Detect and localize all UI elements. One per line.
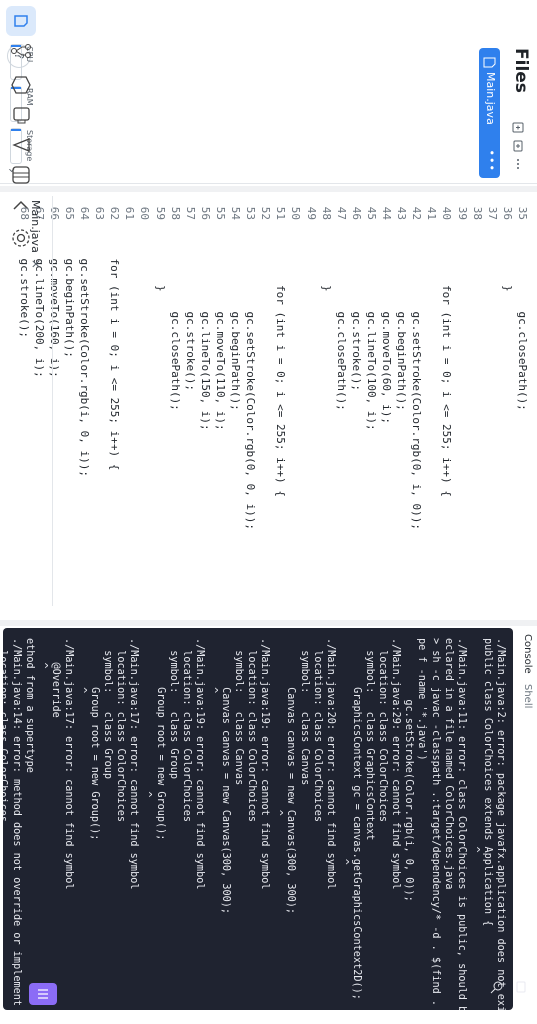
tab-console[interactable]: Console: [522, 634, 533, 674]
code-line: gc.lineTo(150, i);: [198, 232, 212, 431]
line-number: 50: [289, 206, 303, 220]
line-number: 35: [516, 206, 529, 220]
line-number: 49: [304, 206, 318, 220]
git-button[interactable]: [4, 42, 34, 60]
terminal-icon: [38, 989, 48, 999]
line-number: 65: [63, 206, 76, 220]
line-number: 47: [334, 206, 348, 220]
file-item-more-button[interactable]: •••: [485, 150, 498, 172]
split-view-button[interactable]: [4, 164, 34, 186]
database-icon: [13, 107, 30, 124]
line-number: 45: [365, 206, 378, 220]
line-number: 56: [198, 206, 212, 220]
files-toggle-button[interactable]: [6, 6, 36, 36]
code-line: gc.setStroke(Color.rgb(0, i, 0));: [410, 232, 424, 531]
line-number: 36: [500, 206, 514, 220]
line-number: 40: [440, 206, 454, 220]
clear-console-button[interactable]: [510, 980, 529, 994]
sidebar-splitter[interactable]: [0, 186, 537, 192]
console-panel: Console Shell ./Main.java:2: error: pack…: [0, 628, 537, 1024]
java-file-icon: [483, 57, 496, 68]
line-number: 39: [455, 206, 469, 220]
line-number: 38: [470, 206, 484, 220]
line-number: 60: [138, 206, 152, 220]
line-number: 58: [168, 206, 182, 220]
tab-main-java[interactable]: Main.java ×: [26, 200, 46, 269]
line-number: 63: [93, 206, 107, 220]
editor-tab-bar: Main.java ×: [22, 196, 53, 606]
line-number: 51: [274, 206, 288, 220]
console-action-button[interactable]: [29, 983, 57, 1005]
line-number: 59: [153, 206, 167, 220]
line-number: 42: [410, 206, 424, 220]
code-line: gc.beginPath();: [229, 232, 243, 411]
packages-button[interactable]: [4, 74, 34, 96]
code-line: for (int i = 0; i <= 255; i++) {: [440, 232, 454, 497]
line-number: 64: [78, 206, 92, 220]
debugger-button[interactable]: [4, 134, 34, 156]
line-number: 48: [319, 206, 333, 220]
code-line: gc.moveTo(60, i);: [380, 232, 394, 425]
code-line: for (int i = 0; i <= 255; i++) {: [108, 232, 122, 471]
console-output: ./Main.java:2: error: package javafx.app…: [3, 638, 506, 1010]
code-line: gc.moveTo(110, i);: [214, 232, 227, 431]
console-search-button[interactable]: [483, 980, 505, 1002]
line-number: 61: [123, 206, 137, 220]
columns-icon: [12, 166, 30, 184]
more-options-icon[interactable]: [512, 158, 524, 170]
code-line: }: [153, 232, 167, 292]
code-line: gc.beginPath();: [63, 232, 76, 358]
code-line: gc.stroke();: [183, 232, 197, 391]
line-number: 52: [259, 206, 273, 220]
database-button[interactable]: [4, 104, 34, 126]
line-number: 55: [214, 206, 227, 220]
line-number: 46: [349, 206, 363, 220]
git-branch-icon: [11, 44, 31, 58]
line-number: 53: [244, 206, 258, 220]
clear-icon: [516, 981, 526, 993]
code-line: gc.closePath();: [168, 232, 182, 411]
files-icon: [14, 15, 28, 27]
code-editor[interactable]: 35 gc.closePath(); 36 } 37 38 39 40 for (int …: [18, 196, 537, 606]
code-line: gc.stroke();: [349, 232, 363, 391]
line-number: 43: [395, 206, 409, 220]
line-number: 37: [485, 206, 499, 220]
code-line: gc.closePath();: [516, 232, 529, 411]
file-item-main-java[interactable]: Main.java •••: [479, 48, 500, 178]
line-number: 54: [229, 206, 243, 220]
line-number: 44: [380, 206, 394, 220]
code-line: gc.lineTo(100, i);: [365, 232, 378, 431]
files-sidebar: Files Main.java •••: [0, 0, 537, 184]
search-icon: [490, 981, 503, 994]
line-number: 62: [108, 206, 122, 220]
console-tab-bar: Console Shell: [513, 628, 537, 1024]
line-number: 57: [183, 206, 197, 220]
code-line: for (int i = 0; i <= 255; i++) {: [274, 232, 288, 497]
editor-console-splitter[interactable]: [0, 620, 537, 626]
code-line: gc.setStroke(Color.rgb(i, 0, i));: [78, 232, 92, 478]
new-folder-icon[interactable]: [512, 140, 524, 152]
close-tab-icon[interactable]: ×: [29, 259, 43, 269]
code-line: }: [319, 232, 333, 292]
code-line: gc.closePath();: [334, 232, 348, 411]
tab-shell[interactable]: Shell: [522, 684, 533, 708]
code-line: }: [500, 232, 514, 292]
file-item-label: Main.java: [484, 72, 497, 125]
app-window: Files Main.java ••• ? CPU RAM Storage ›: [0, 0, 537, 1024]
new-file-icon[interactable]: [512, 122, 524, 134]
package-icon: [11, 76, 31, 94]
sidebar-actions: [511, 122, 525, 174]
code-line: gc.beginPath();: [395, 232, 409, 411]
tab-label: Main.java: [29, 200, 43, 253]
console-output-area[interactable]: ./Main.java:2: error: package javafx.app…: [3, 628, 513, 1010]
files-title: Files: [511, 48, 531, 93]
line-number: 41: [425, 206, 439, 220]
code-line: gc.setStroke(Color.rgb(0, 0, i));: [244, 232, 258, 531]
debug-icon: [12, 138, 30, 152]
